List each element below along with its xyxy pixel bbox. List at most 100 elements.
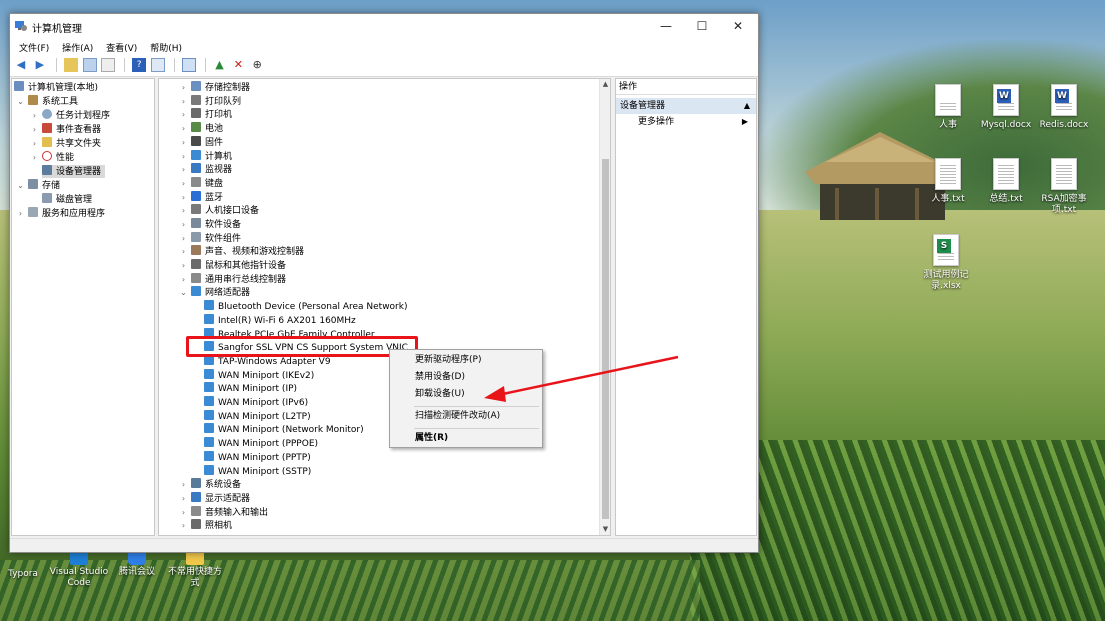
network-adapter-item[interactable]: Intel(R) Wi-Fi 6 AX201 160MHz	[204, 314, 356, 327]
device-category[interactable]: ⌄ 网络适配器	[179, 286, 250, 299]
expand-chevron-icon[interactable]: ›	[179, 478, 188, 491]
scrollbar-thumb[interactable]	[602, 159, 609, 519]
expand-chevron-icon[interactable]: ›	[179, 245, 188, 258]
device-category[interactable]: › 打印机	[179, 108, 232, 121]
expand-chevron-icon[interactable]: ›	[30, 123, 39, 136]
collapse-chevron-icon[interactable]: ⌄	[16, 179, 25, 192]
device-category[interactable]: › 通用串行总线控制器	[179, 273, 286, 286]
back-arrow-icon[interactable]: ◀	[14, 58, 28, 72]
expand-chevron-icon[interactable]: ›	[179, 177, 188, 190]
help-icon[interactable]: ?	[132, 58, 147, 72]
tree-item-storage[interactable]: ⌄ 存储	[16, 179, 60, 192]
expand-chevron-icon[interactable]: ›	[179, 519, 188, 532]
properties-icon[interactable]	[151, 58, 165, 72]
desktop-icon-rsa-txt[interactable]: RSA加密事项.txt	[1033, 158, 1095, 216]
update-driver-icon[interactable]: ▲	[213, 58, 227, 72]
device-category[interactable]: › 软件设备	[179, 218, 241, 231]
vertical-scrollbar[interactable]: ▲ ▼	[599, 79, 610, 535]
desktop-icon-shortcut[interactable]: 不常用快捷方式	[164, 547, 226, 589]
menu-file[interactable]: 文件(F)	[14, 39, 54, 56]
device-category[interactable]: › 监视器	[179, 163, 232, 176]
device-category[interactable]: › 存储控制器	[179, 81, 250, 94]
tree-item-task-scheduler[interactable]: › 任务计划程序	[30, 109, 110, 122]
tree-item-device-manager[interactable]: 设备管理器	[42, 165, 106, 178]
device-category[interactable]: › 人机接口设备	[179, 204, 259, 217]
device-category[interactable]: › 照相机	[179, 519, 232, 532]
tree-item-system-tools[interactable]: ⌄ 系统工具	[16, 95, 78, 108]
desktop-icon-typora[interactable]: Typora	[0, 556, 54, 580]
expand-chevron-icon[interactable]: ›	[16, 207, 25, 220]
expand-chevron-icon[interactable]: ›	[179, 108, 188, 121]
expand-chevron-icon[interactable]: ›	[179, 191, 188, 204]
device-category[interactable]: › 键盘	[179, 177, 223, 190]
desktop-icon-xlsx[interactable]: S 测试用例记录.xlsx	[915, 234, 977, 292]
expand-chevron-icon[interactable]: ›	[30, 151, 39, 164]
desktop-icon-mysql[interactable]: W Mysql.docx	[975, 84, 1037, 131]
desktop-icon-redis[interactable]: W Redis.docx	[1033, 84, 1095, 131]
device-category[interactable]: › 打印队列	[179, 95, 241, 108]
tree-item-root[interactable]: 计算机管理(本地)	[14, 81, 98, 94]
scan-hardware-icon[interactable]: ⊕	[250, 58, 264, 72]
desktop-icon-renshi[interactable]: 人事	[917, 84, 979, 131]
network-adapter-item[interactable]: WAN Miniport (SSTP)	[204, 465, 311, 478]
tree-item-disk-management[interactable]: 磁盘管理	[42, 193, 92, 206]
device-category[interactable]: › 计算机	[179, 150, 232, 163]
expand-chevron-icon[interactable]: ›	[179, 273, 188, 286]
up-folder-icon[interactable]	[63, 58, 78, 72]
title-bar[interactable]: 计算机管理 — ☐ ✕	[10, 14, 758, 39]
menu-help[interactable]: 帮助(H)	[145, 39, 187, 56]
collapse-chevron-icon[interactable]: ⌄	[179, 286, 188, 299]
expand-chevron-icon[interactable]: ›	[179, 163, 188, 176]
tree-item-performance[interactable]: › 性能	[30, 151, 74, 164]
expand-chevron-icon[interactable]: ›	[179, 204, 188, 217]
expand-chevron-icon[interactable]: ›	[30, 109, 39, 122]
actions-section-device-manager[interactable]: 设备管理器 ▲	[616, 98, 756, 114]
device-category[interactable]: › 软件组件	[179, 232, 241, 245]
device-category[interactable]: › 系统设备	[179, 478, 241, 491]
more-actions[interactable]: 更多操作 ▶	[616, 114, 756, 130]
tree-item-event-viewer[interactable]: › 事件查看器	[30, 123, 101, 136]
scroll-down-arrow-icon[interactable]: ▼	[600, 524, 610, 535]
monitor-icon[interactable]	[181, 58, 196, 72]
menu-action[interactable]: 操作(A)	[57, 39, 98, 56]
network-adapter-item[interactable]: WAN Miniport (IPv6)	[204, 396, 308, 409]
device-category[interactable]: › 显示适配器	[179, 492, 250, 505]
tree-item-shared-folders[interactable]: › 共享文件夹	[30, 137, 101, 150]
expand-chevron-icon[interactable]: ›	[179, 81, 188, 94]
device-category[interactable]: › 蓝牙	[179, 191, 223, 204]
desktop-icon-renshi-txt[interactable]: 人事.txt	[917, 158, 979, 205]
expand-chevron-icon[interactable]: ›	[179, 218, 188, 231]
minimize-button[interactable]: —	[648, 14, 684, 39]
device-category[interactable]: › 固件	[179, 136, 223, 149]
network-adapter-item[interactable]: WAN Miniport (PPTP)	[204, 451, 311, 464]
device-category[interactable]: › 音频输入和输出	[179, 506, 268, 519]
export-list-icon[interactable]	[101, 58, 116, 72]
expand-chevron-icon[interactable]: ›	[179, 95, 188, 108]
network-adapter-item[interactable]: WAN Miniport (Network Monitor)	[204, 423, 364, 436]
expand-chevron-icon[interactable]: ›	[179, 150, 188, 163]
menu-item-scan-hardware[interactable]: 扫描检测硬件改动(A)	[390, 408, 542, 425]
expand-chevron-icon[interactable]: ›	[30, 137, 39, 150]
expand-chevron-icon[interactable]: ›	[179, 259, 188, 272]
tree-item-services-apps[interactable]: › 服务和应用程序	[16, 207, 105, 220]
show-hide-tree-icon[interactable]	[82, 58, 97, 72]
collapse-triangle-icon[interactable]: ▲	[744, 98, 750, 114]
scroll-up-arrow-icon[interactable]: ▲	[600, 79, 610, 90]
device-category[interactable]: › 声音、视频和游戏控制器	[179, 245, 304, 258]
close-button[interactable]: ✕	[720, 14, 756, 39]
device-category[interactable]: › 鼠标和其他指针设备	[179, 259, 286, 272]
forward-arrow-icon[interactable]: ▶	[33, 58, 47, 72]
network-adapter-item[interactable]: WAN Miniport (IP)	[204, 382, 297, 395]
expand-chevron-icon[interactable]: ›	[179, 506, 188, 519]
network-adapter-item[interactable]: WAN Miniport (PPPOE)	[204, 437, 318, 450]
desktop-icon-zongjie-txt[interactable]: 总结.txt	[975, 158, 1037, 205]
menu-view[interactable]: 查看(V)	[101, 39, 142, 56]
collapse-chevron-icon[interactable]: ⌄	[16, 95, 25, 108]
network-adapter-item[interactable]: Bluetooth Device (Personal Area Network)	[204, 300, 407, 313]
network-adapter-item[interactable]: WAN Miniport (L2TP)	[204, 410, 311, 423]
expand-chevron-icon[interactable]: ›	[179, 232, 188, 245]
desktop-icon-vscode[interactable]: Visual Studio Code	[48, 547, 110, 589]
expand-chevron-icon[interactable]: ›	[179, 136, 188, 149]
expand-chevron-icon[interactable]: ›	[179, 122, 188, 135]
expand-chevron-icon[interactable]: ›	[179, 492, 188, 505]
